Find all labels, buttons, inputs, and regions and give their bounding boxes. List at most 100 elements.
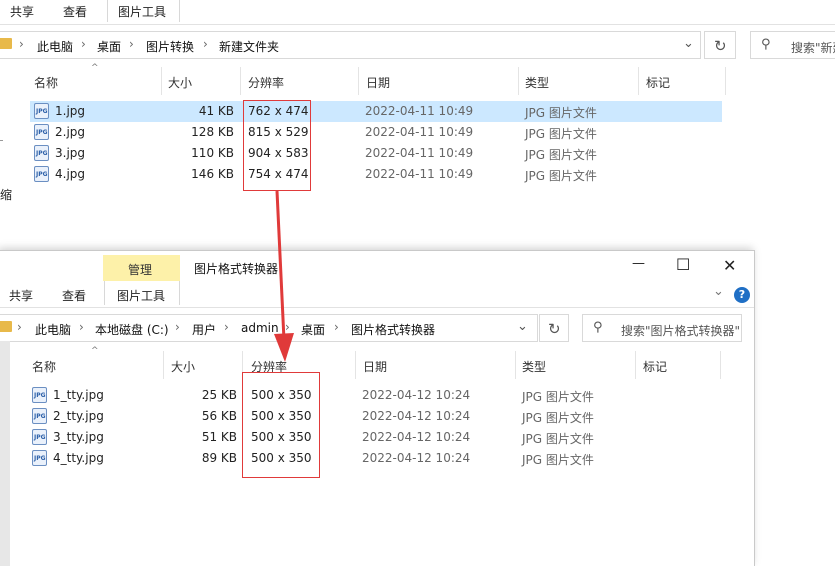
file-type: JPG 图片文件 (522, 453, 594, 467)
column-header-size[interactable]: 大小 (168, 74, 192, 91)
ribbon-divider (104, 281, 105, 305)
chevron-down-icon[interactable]: ⌄ (517, 319, 528, 334)
folder-icon (0, 321, 12, 332)
ribbon-tab-share[interactable]: 共享 (9, 287, 33, 304)
jpg-file-icon: JPG (32, 450, 47, 466)
ribbon-tab-picture-tools[interactable]: 图片工具 (118, 3, 166, 20)
column-header-type[interactable]: 类型 (525, 74, 549, 91)
breadcrumb-new-folder[interactable]: 新建文件夹 (219, 38, 279, 55)
ribbon-bottom-border (0, 307, 754, 308)
column-header-date[interactable]: 日期 (363, 358, 387, 375)
breadcrumb-admin[interactable]: admin (241, 321, 279, 335)
breadcrumb-desktop[interactable]: 桌面 (97, 38, 121, 55)
window-title: 图片格式转换器 (194, 262, 279, 276)
maximize-icon[interactable]: ☐ (676, 257, 690, 273)
column-divider[interactable] (358, 67, 359, 95)
file-size: 56 KB (201, 409, 237, 423)
breadcrumb-this-pc[interactable]: 此电脑 (35, 321, 71, 338)
breadcrumb-separator: › (79, 320, 84, 334)
file-row[interactable]: JPG 1.jpg 41 KB 762 x 474 2022-04-11 10:… (30, 101, 722, 122)
column-divider[interactable] (355, 351, 356, 379)
breadcrumb-picture-convert[interactable]: 图片转换 (146, 38, 194, 55)
ribbon-tab-manage[interactable]: 管理 (103, 255, 180, 281)
column-header-name[interactable]: 名称 (32, 358, 56, 375)
file-row[interactable]: JPG 2.jpg 128 KB 815 x 529 2022-04-11 10… (30, 122, 722, 143)
search-icon: ⚲ (761, 37, 771, 52)
column-divider[interactable] (635, 351, 636, 379)
column-header-tags[interactable]: 标记 (646, 74, 670, 91)
help-icon[interactable]: ? (734, 287, 750, 303)
file-row[interactable]: JPG 4_tty.jpg 89 KB 500 x 350 2022-04-12… (28, 448, 720, 469)
jpg-file-icon: JPG (32, 387, 47, 403)
file-name: 2_tty.jpg (53, 409, 104, 423)
address-bar[interactable]: › 此电脑 › 桌面 › 图片转换 › 新建文件夹 ⌄ (0, 31, 701, 59)
file-name: 2.jpg (55, 125, 86, 139)
jpg-file-icon: JPG (32, 429, 47, 445)
file-date: 2022-04-11 10:49 (365, 125, 474, 139)
breadcrumb-separator: › (17, 320, 22, 334)
file-type: JPG 图片文件 (525, 127, 597, 141)
breadcrumb-users[interactable]: 用户 (192, 321, 216, 338)
file-type: JPG 图片文件 (522, 390, 594, 404)
file-size: 51 KB (201, 430, 237, 444)
ribbon-divider (179, 0, 180, 22)
ribbon-tab-view[interactable]: 查看 (63, 3, 87, 20)
column-header-tags[interactable]: 标记 (643, 358, 667, 375)
breadcrumb-separator: › (81, 37, 86, 51)
file-size: 25 KB (201, 388, 237, 402)
column-divider[interactable] (163, 351, 164, 379)
chevron-down-icon[interactable]: ⌄ (713, 284, 724, 299)
ribbon-tab-picture-tools[interactable]: 图片工具 (117, 287, 165, 304)
breadcrumb-local-disk[interactable]: 本地磁盘 (C:) (95, 321, 169, 338)
column-header-size[interactable]: 大小 (171, 358, 195, 375)
breadcrumb-desktop[interactable]: 桌面 (301, 321, 325, 338)
breadcrumb-separator: › (285, 320, 290, 334)
breadcrumb-separator: › (203, 37, 208, 51)
close-icon[interactable]: ✕ (723, 258, 736, 274)
file-size: 41 KB (198, 104, 234, 118)
file-date: 2022-04-12 10:24 (362, 451, 471, 465)
minimize-icon[interactable]: — (632, 257, 645, 270)
breadcrumb-separator: › (224, 320, 229, 334)
nav-pane-label[interactable]: 缩 (0, 186, 12, 203)
column-divider[interactable] (638, 67, 639, 95)
search-placeholder: 搜索"新建 (791, 41, 835, 55)
ribbon-tab-share[interactable]: 共享 (10, 3, 34, 20)
address-bar[interactable]: › 此电脑 › 本地磁盘 (C:) › 用户 › admin › 桌面 › 图片… (0, 314, 538, 342)
file-row[interactable]: JPG 4.jpg 146 KB 754 x 474 2022-04-11 10… (30, 164, 722, 185)
column-divider[interactable] (515, 351, 516, 379)
file-date: 2022-04-12 10:24 (362, 388, 471, 402)
resolution-highlight-box (243, 100, 311, 191)
column-divider[interactable] (518, 67, 519, 95)
breadcrumb-image-converter[interactable]: 图片格式转换器 (351, 321, 435, 338)
refresh-button[interactable]: ↻ (704, 31, 736, 59)
nav-pane-tick (0, 140, 3, 152)
nav-pane-scrollbar[interactable] (0, 341, 10, 566)
column-divider[interactable] (240, 67, 241, 95)
file-row[interactable]: JPG 1_tty.jpg 25 KB 500 x 350 2022-04-12… (28, 385, 720, 406)
file-row[interactable]: JPG 2_tty.jpg 56 KB 500 x 350 2022-04-12… (28, 406, 720, 427)
sort-ascending-icon: ^ (91, 63, 99, 73)
file-date: 2022-04-11 10:49 (365, 167, 474, 181)
jpg-file-icon: JPG (34, 145, 49, 161)
file-row[interactable]: JPG 3.jpg 110 KB 904 x 583 2022-04-11 10… (30, 143, 722, 164)
column-header-type[interactable]: 类型 (522, 358, 546, 375)
breadcrumb-separator: › (334, 320, 339, 334)
file-date: 2022-04-12 10:24 (362, 430, 471, 444)
breadcrumb-this-pc[interactable]: 此电脑 (37, 38, 73, 55)
file-type: JPG 图片文件 (525, 169, 597, 183)
column-header-name[interactable]: 名称 (34, 74, 58, 91)
chevron-down-icon[interactable]: ⌄ (683, 36, 694, 51)
search-box[interactable]: ⚲ 搜索"新建 (750, 31, 835, 59)
search-placeholder: 搜索"图片格式转换器" (621, 324, 741, 338)
column-header-resolution[interactable]: 分辨率 (248, 74, 284, 91)
column-divider[interactable] (720, 351, 721, 379)
file-row[interactable]: JPG 3_tty.jpg 51 KB 500 x 350 2022-04-12… (28, 427, 720, 448)
column-divider[interactable] (725, 67, 726, 95)
column-header-date[interactable]: 日期 (366, 74, 390, 91)
column-divider[interactable] (161, 67, 162, 95)
file-name: 3.jpg (55, 146, 86, 160)
refresh-button[interactable]: ↻ (539, 314, 569, 342)
ribbon-tab-view[interactable]: 查看 (62, 287, 86, 304)
search-box[interactable]: ⚲ 搜索"图片格式转换器" (582, 314, 742, 342)
